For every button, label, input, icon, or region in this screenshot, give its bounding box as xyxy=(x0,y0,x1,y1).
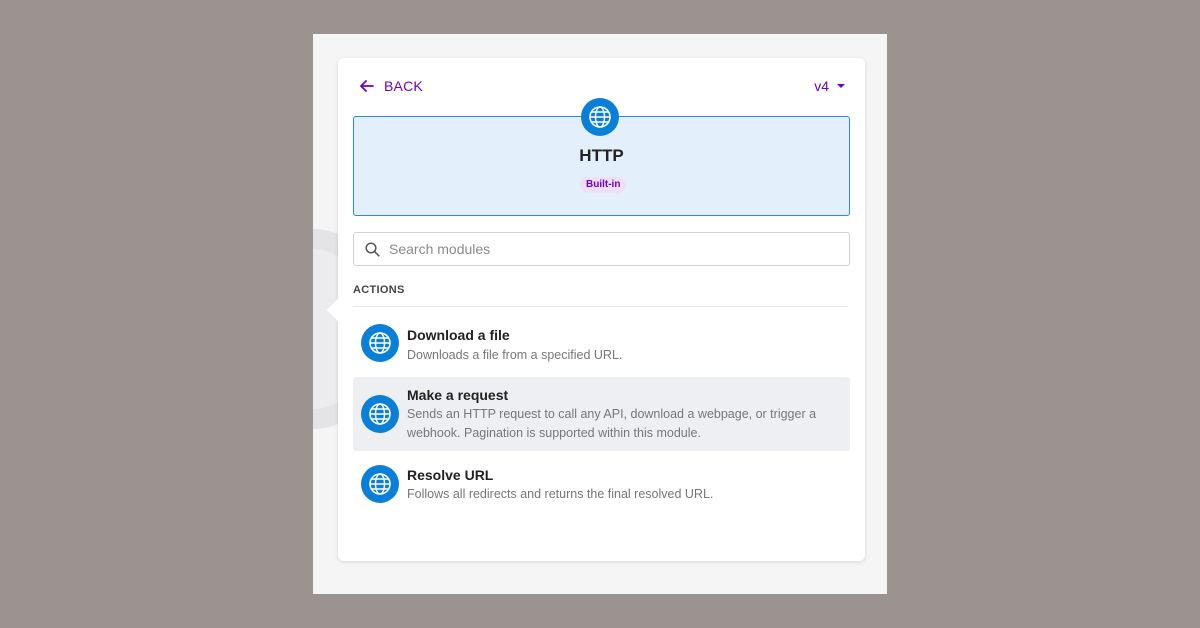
globe-icon xyxy=(361,465,399,503)
panel-header: BACK v4 xyxy=(360,78,845,98)
section-divider xyxy=(353,306,848,307)
app-title: HTTP xyxy=(579,146,624,165)
caret-down-icon xyxy=(837,84,845,88)
module-title: Resolve URL xyxy=(407,467,494,483)
version-dropdown[interactable]: v4 xyxy=(814,78,845,94)
search-box[interactable] xyxy=(353,232,850,266)
module-resolve-url[interactable]: Resolve URL Follows all redirects and re… xyxy=(353,459,850,511)
module-picker-panel: BACK v4 HTTP Built-in Search modules ACT… xyxy=(326,58,865,561)
back-button-label: BACK xyxy=(384,78,423,94)
arrow-left-icon xyxy=(360,80,374,92)
module-title: Download a file xyxy=(407,327,510,343)
search-icon xyxy=(365,241,380,257)
back-button[interactable]: BACK xyxy=(360,78,423,94)
module-download-a-file[interactable]: Download a file Downloads a file from a … xyxy=(353,318,850,370)
globe-icon xyxy=(581,98,619,136)
search-input[interactable] xyxy=(387,240,849,258)
module-title: Make a request xyxy=(407,387,509,403)
module-description: Downloads a file from a specified URL. xyxy=(407,348,623,362)
section-label-actions: ACTIONS xyxy=(353,284,405,296)
globe-icon xyxy=(361,324,399,362)
module-make-a-request[interactable]: Make a request Sends an HTTP request to … xyxy=(353,377,850,451)
globe-icon xyxy=(361,395,399,433)
module-description: Sends an HTTP request to call any API, d… xyxy=(407,407,817,440)
modal-frame: BACK v4 HTTP Built-in Search modules ACT… xyxy=(313,34,887,594)
module-description: Follows all redirects and returns the fi… xyxy=(407,487,714,501)
built-in-badge: Built-in xyxy=(580,177,627,193)
version-label: v4 xyxy=(814,78,829,94)
